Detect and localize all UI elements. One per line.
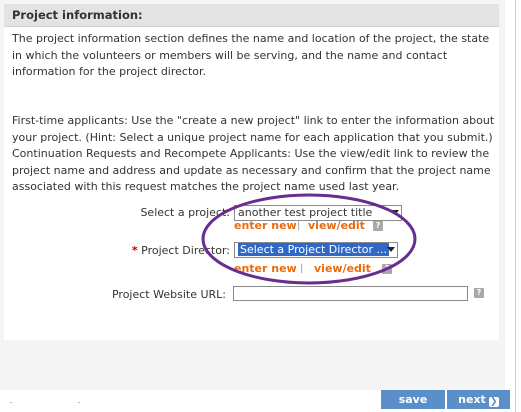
- highlight-oval: [201, 193, 417, 285]
